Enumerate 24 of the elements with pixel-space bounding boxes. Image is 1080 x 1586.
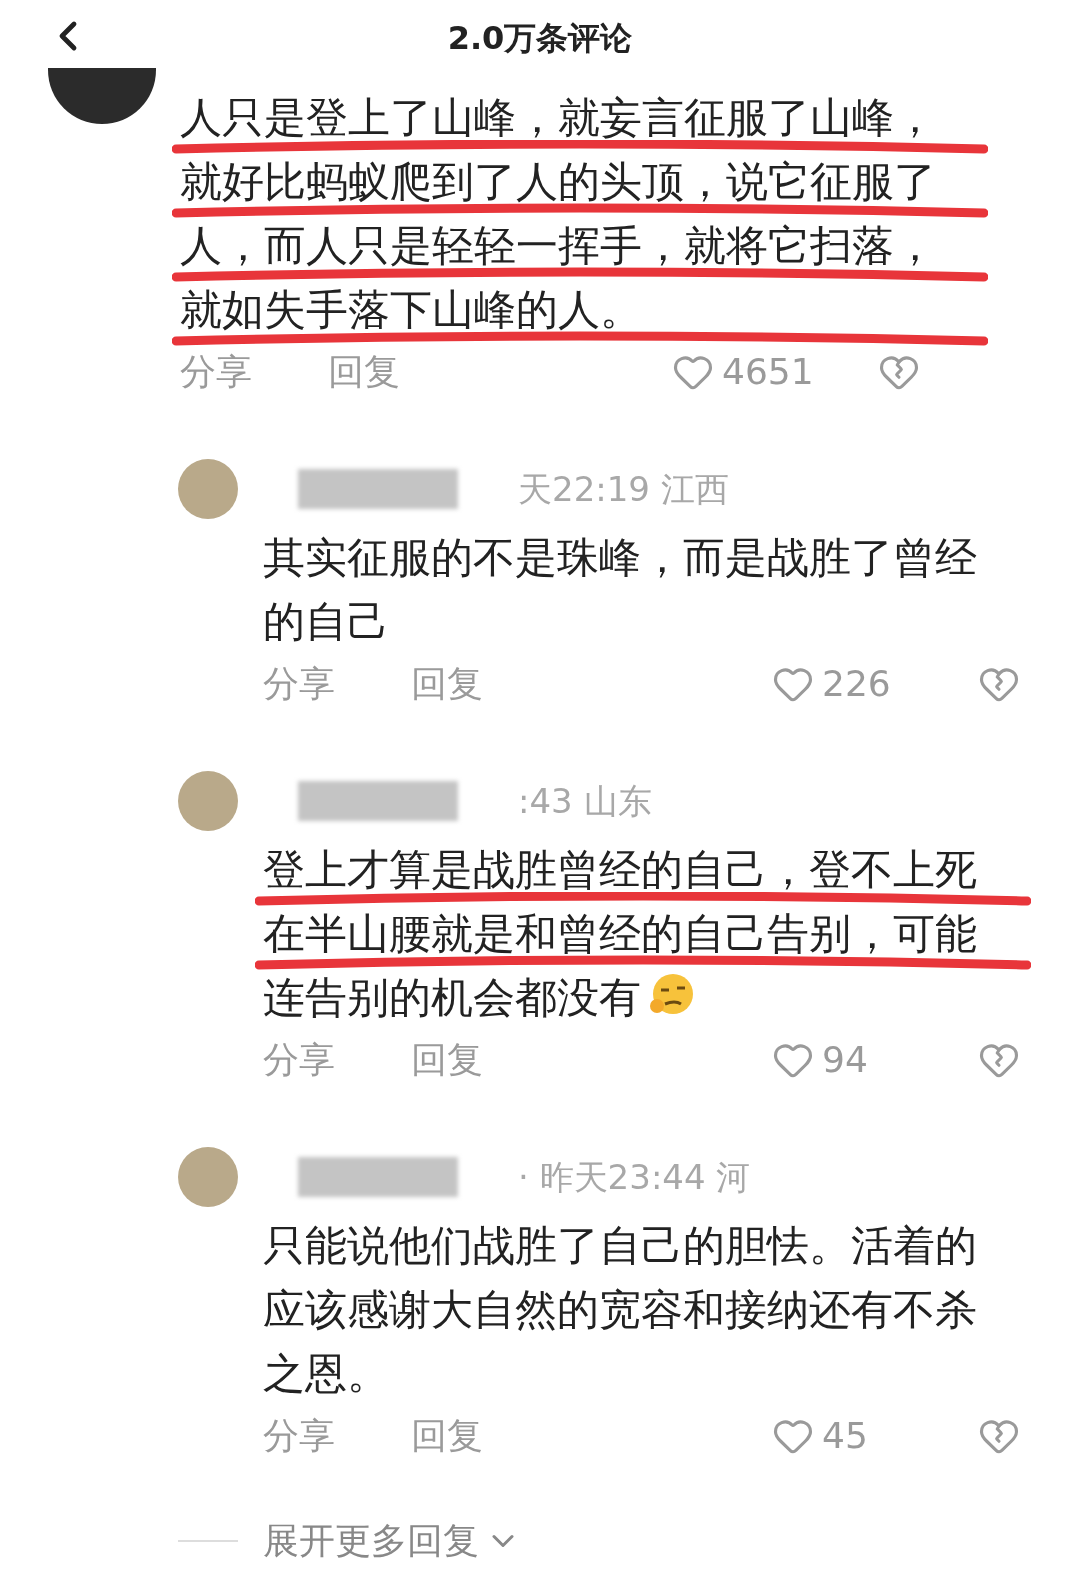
reply-text: 其实征服的不是珠峰，而是战胜了曾经的自己 xyxy=(263,532,978,648)
reply-button[interactable]: 回复 xyxy=(411,657,483,711)
share-button[interactable]: 分享 xyxy=(263,1409,411,1463)
expand-more-replies[interactable]: 展开更多回复 xyxy=(263,1514,479,1568)
page-title: 2.0万条评论 xyxy=(447,18,633,59)
reply-meta: 天22:19 江西 xyxy=(518,467,729,511)
reply-meta: :43 山东 xyxy=(518,779,652,823)
reply-button[interactable]: 回复 xyxy=(328,345,400,399)
comment-text: 人只是登上了山峰，就妄言征服了山峰，就好比蚂蚁爬到了人的头顶，说它征服了人，而人只是轻轻一挥手，就将它扫落，就如失手落下山峰的人。 xyxy=(180,92,937,336)
reply-button[interactable]: 回复 xyxy=(411,1409,483,1463)
share-button[interactable]: 分享 xyxy=(263,1033,411,1087)
like-count: 226 xyxy=(822,662,892,706)
reply-text: 登上才算是战胜曾经的自己，登不上死在半山腰就是和曾经的自己告别，可能连告别的机会都没有 xyxy=(263,844,978,1024)
reply-meta: · 昨天23:44 河 xyxy=(518,1155,751,1199)
avatar xyxy=(178,459,238,519)
like-count: 4651 xyxy=(722,350,815,394)
share-button[interactable]: 分享 xyxy=(263,657,411,711)
reply-text: 只能说他们战胜了自己的胆怯。活着的应该感谢大自然的宽容和接纳还有不杀之恩。 xyxy=(263,1220,978,1400)
share-button[interactable]: 分享 xyxy=(180,345,328,399)
like-count: 94 xyxy=(822,1038,869,1082)
avatar xyxy=(178,771,238,831)
reply-button[interactable]: 回复 xyxy=(411,1033,483,1087)
avatar xyxy=(178,1147,238,1207)
like-count: 45 xyxy=(822,1414,869,1458)
